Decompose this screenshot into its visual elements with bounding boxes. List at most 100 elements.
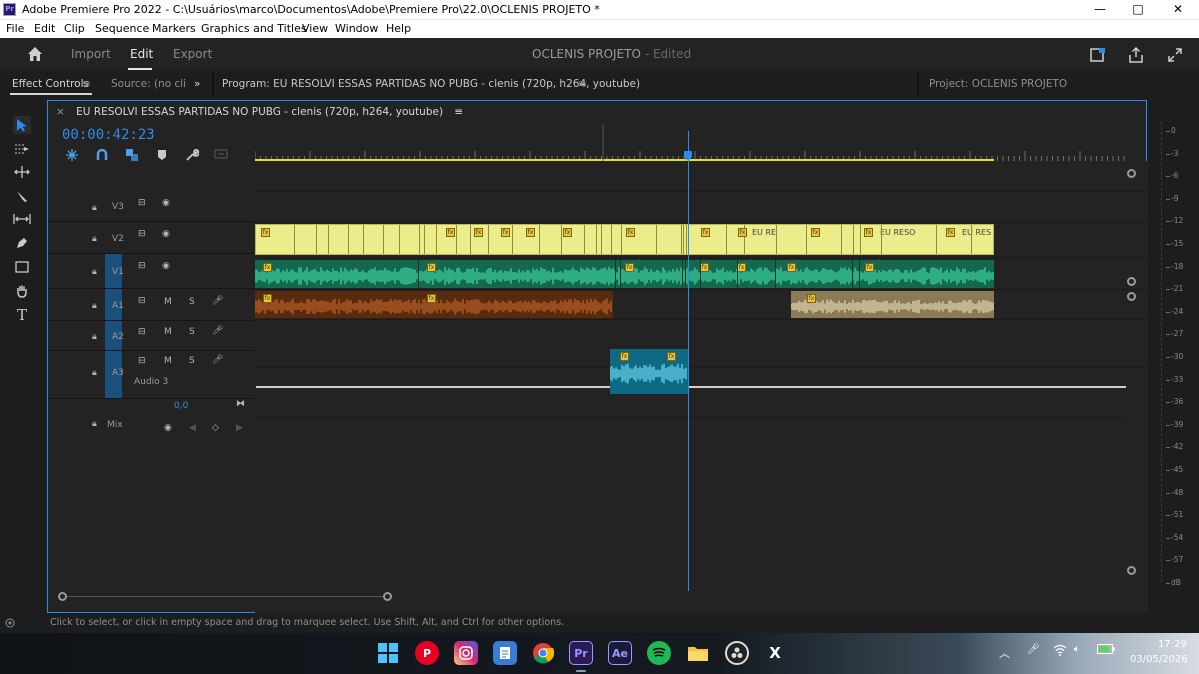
playhead-line[interactable]	[688, 131, 689, 591]
fx-badge[interactable]: fx	[807, 294, 816, 303]
clip-edit-point[interactable]	[683, 225, 684, 254]
clip-edit-point[interactable]	[456, 225, 457, 254]
fx-badge[interactable]: fx	[701, 228, 710, 237]
mute-button[interactable]: M	[164, 297, 172, 307]
pan-knob-icon[interactable]: ◉	[164, 423, 172, 433]
sync-lock-icon[interactable]: ⊟	[138, 198, 146, 208]
clip-edit-point[interactable]	[424, 225, 425, 254]
menu-sequence[interactable]: Sequence	[95, 22, 149, 35]
mute-button[interactable]: M	[164, 356, 172, 366]
lock-icon[interactable]: 🔒︎	[92, 203, 97, 213]
microphone-icon[interactable]: 🎤︎	[212, 355, 223, 365]
clip-edit-point[interactable]	[399, 225, 400, 254]
wifi-icon[interactable]	[1053, 644, 1067, 659]
clip-edit-point[interactable]	[383, 225, 384, 254]
instagram-icon[interactable]	[454, 641, 478, 665]
tab-project[interactable]: Project: OCLENIS PROJETO	[929, 78, 1067, 90]
battery-icon[interactable]	[1097, 644, 1115, 657]
fx-badge[interactable]: fx	[864, 228, 873, 237]
next-keyframe-icon[interactable]: ▶	[236, 423, 243, 433]
clip-edit-point[interactable]	[316, 225, 317, 254]
fx-badge[interactable]: fx	[526, 228, 535, 237]
clip-edit-point[interactable]	[656, 225, 657, 254]
clip-edit-point[interactable]	[348, 225, 349, 254]
horizontal-scroll-start-handle[interactable]	[58, 592, 67, 601]
clip-edit-point[interactable]	[596, 225, 597, 254]
vertical-zoom-handle-top[interactable]	[1127, 169, 1136, 178]
razor-tool-icon[interactable]	[13, 187, 31, 205]
solo-button[interactable]: S	[189, 297, 195, 307]
more-panels-icon[interactable]: »	[194, 78, 200, 90]
sync-lock-icon[interactable]: ⊟	[138, 229, 146, 239]
clip-edit-point[interactable]	[601, 225, 602, 254]
track-label-a2[interactable]: A2	[112, 332, 124, 342]
after-effects-icon[interactable]: Ae	[608, 641, 632, 665]
fx-badge[interactable]: fx	[737, 263, 746, 272]
lock-icon[interactable]: 🔒︎	[92, 301, 97, 311]
menu-markers[interactable]: Markers	[152, 22, 196, 35]
fx-badge[interactable]: fx	[787, 263, 796, 272]
pen-tool-icon[interactable]	[13, 234, 31, 252]
horizontal-scrollbar-track[interactable]	[67, 596, 383, 597]
clip-edit-point[interactable]	[681, 225, 682, 254]
vertical-zoom-handle-mid[interactable]	[1127, 277, 1136, 286]
fx-badge[interactable]: fx	[626, 228, 635, 237]
sequence-menu-icon[interactable]: ≡	[454, 106, 463, 118]
sync-lock-icon[interactable]: ⊟	[138, 296, 146, 306]
tab-import[interactable]: Import	[71, 47, 111, 61]
clip-edit-point[interactable]	[881, 225, 882, 254]
clip-edit-point[interactable]	[700, 260, 701, 288]
fx-badge[interactable]: fx	[474, 228, 483, 237]
sync-lock-icon[interactable]: ⊟	[138, 327, 146, 337]
fx-badge[interactable]: fx	[667, 352, 676, 361]
clip-edit-point[interactable]	[620, 260, 621, 288]
menu-help[interactable]: Help	[386, 22, 411, 35]
windows-icon[interactable]	[376, 641, 400, 665]
clip-edit-point[interactable]	[621, 225, 622, 254]
chrome-icon[interactable]	[531, 641, 555, 665]
fx-badge[interactable]: fx	[427, 294, 436, 303]
video-clip-v1[interactable]: EU RE EU RESO EU RES fx fx fx fx fx fx fx fx fx f…	[255, 224, 994, 255]
clip-edit-point[interactable]	[806, 225, 807, 254]
nest-sequence-icon[interactable]	[65, 148, 79, 162]
track-label-a3[interactable]: A3	[112, 368, 124, 378]
clip-edit-point[interactable]	[682, 260, 683, 288]
track-select-tool-icon[interactable]	[13, 140, 31, 158]
playhead-timecode[interactable]: 00:00:42:23	[62, 127, 155, 143]
track-label-v3[interactable]: V3	[112, 202, 124, 212]
show-hidden-icons-icon[interactable]: ︿	[999, 645, 1010, 661]
premiere-icon[interactable]: Pr	[569, 641, 593, 665]
menu-view[interactable]: View	[302, 22, 328, 35]
fx-badge[interactable]: fx	[625, 263, 634, 272]
fx-badge[interactable]: fx	[865, 263, 874, 272]
mute-button[interactable]: M	[164, 327, 172, 337]
fx-badge[interactable]: fx	[263, 263, 272, 272]
clip-edit-point[interactable]	[971, 225, 972, 254]
maximize-button[interactable]: □	[1118, 0, 1158, 19]
sync-lock-icon[interactable]: ⊟	[138, 261, 146, 271]
clip-edit-point[interactable]	[852, 260, 853, 288]
previous-keyframe-icon[interactable]: ◀	[189, 423, 196, 433]
solo-button[interactable]: S	[189, 327, 195, 337]
clip-edit-point[interactable]	[841, 225, 842, 254]
clip-edit-point[interactable]	[611, 225, 612, 254]
lock-icon[interactable]: 🔒︎	[92, 234, 97, 244]
menu-edit[interactable]: Edit	[34, 22, 55, 35]
clock-time[interactable]: 17:29	[1158, 639, 1187, 650]
clip-edit-point[interactable]	[936, 225, 937, 254]
track-label-a1[interactable]: A1	[112, 301, 124, 311]
clip-edit-point[interactable]	[470, 225, 471, 254]
selection-tool-icon[interactable]	[13, 116, 31, 134]
obs-icon[interactable]	[725, 641, 749, 665]
clip-edit-point[interactable]	[363, 225, 364, 254]
notepad-icon[interactable]	[493, 641, 517, 665]
sequence-close-icon[interactable]: ×	[56, 106, 65, 118]
clip-edit-point[interactable]	[419, 225, 420, 254]
clip-edit-point[interactable]	[584, 225, 585, 254]
clip-edit-point[interactable]	[686, 225, 687, 254]
clip-edit-point[interactable]	[539, 225, 540, 254]
rectangle-tool-icon[interactable]	[13, 258, 31, 276]
share-icon[interactable]	[1128, 47, 1144, 63]
x-icon[interactable]: X	[763, 641, 787, 665]
eye-icon[interactable]: ◉	[162, 261, 170, 271]
